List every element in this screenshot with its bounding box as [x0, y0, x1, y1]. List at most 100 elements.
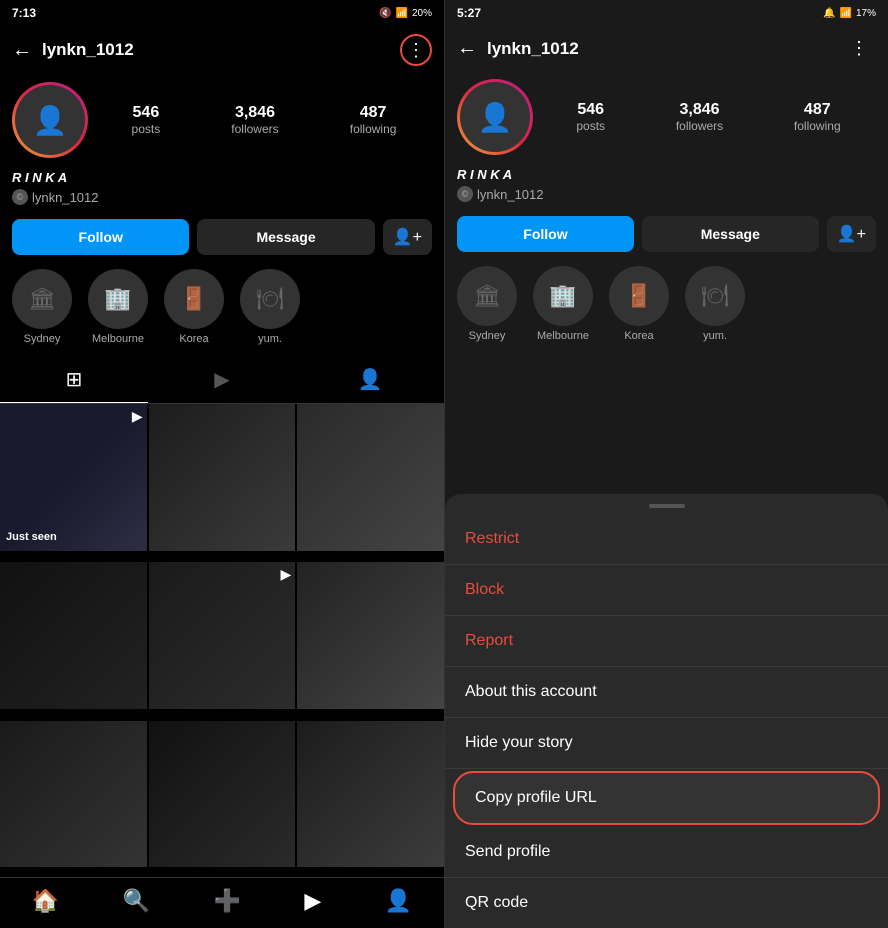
right-stat-posts[interactable]: 546 posts: [576, 101, 605, 133]
block-label: Block: [465, 581, 504, 598]
highlight-yum-right[interactable]: 🍽 yum.: [685, 266, 745, 342]
post-5[interactable]: ▶: [149, 562, 296, 709]
post-1[interactable]: ▶ Just seen: [0, 404, 147, 551]
post-8[interactable]: [149, 721, 296, 868]
highlight-korea-left[interactable]: 🚪 Korea: [164, 269, 224, 345]
sheet-item-send-profile[interactable]: Send profile: [445, 827, 888, 878]
back-button-right[interactable]: ←: [457, 37, 477, 60]
bottom-sheet: Restrict Block Report About this account…: [445, 494, 888, 928]
left-message-button[interactable]: Message: [197, 219, 374, 255]
left-profile-stats: 👤 546 posts 3,846 followers 487 followin…: [0, 74, 444, 166]
right-time: 5:27: [457, 6, 481, 20]
left-stat-posts[interactable]: 546 posts: [132, 104, 161, 136]
right-profile-handle: © lynkn_1012: [457, 186, 876, 202]
left-followers-num: 3,846: [235, 104, 275, 122]
nav-profile-left[interactable]: 👤: [385, 888, 412, 914]
highlight-label-korea-right: Korea: [624, 330, 653, 342]
highlight-circle-korea-right: 🚪: [609, 266, 669, 326]
left-highlights: 🏛 Sydney 🏢 Melbourne 🚪 Korea 🍽 yum.: [0, 261, 444, 353]
left-tab-grid[interactable]: ⊞: [0, 357, 148, 403]
left-tab-reels[interactable]: ▶: [148, 357, 296, 403]
report-label: Report: [465, 632, 513, 649]
post-3[interactable]: [297, 404, 444, 551]
right-avatar: 👤: [460, 82, 530, 152]
copy-url-label: Copy profile URL: [475, 789, 597, 806]
highlight-melbourne-right[interactable]: 🏢 Melbourne: [533, 266, 593, 342]
post-1-label: Just seen: [6, 531, 57, 543]
right-status-icons: 🔔 📶 17%: [823, 8, 876, 19]
highlight-sydney-left[interactable]: 🏛 Sydney: [12, 269, 72, 345]
nav-home-left[interactable]: 🏠: [32, 888, 59, 914]
sheet-item-restrict[interactable]: Restrict: [445, 514, 888, 565]
post-9[interactable]: [297, 721, 444, 868]
highlight-label-melbourne-left: Melbourne: [92, 333, 144, 345]
left-bottom-nav: 🏠 🔍 ➕ ▶ 👤: [0, 877, 444, 928]
left-handle-text: lynkn_1012: [32, 190, 99, 205]
post-1-icon: ▶: [132, 408, 143, 425]
sheet-item-about[interactable]: About this account: [445, 667, 888, 718]
left-time: 7:13: [12, 6, 36, 20]
threads-icon-left: ©: [12, 189, 28, 205]
left-stat-following[interactable]: 487 following: [350, 104, 397, 136]
nav-create-left[interactable]: ➕: [214, 888, 241, 914]
sheet-item-report[interactable]: Report: [445, 616, 888, 667]
grid-icon-left: ⊞: [66, 367, 83, 392]
post-7[interactable]: [0, 721, 147, 868]
left-profile-info: R I N K A © lynkn_1012: [0, 166, 444, 213]
highlight-circle-yum-right: 🍽: [685, 266, 745, 326]
right-followers-num: 3,846: [679, 101, 719, 119]
left-tab-tagged[interactable]: 👤: [296, 357, 444, 403]
right-message-button[interactable]: Message: [642, 216, 819, 252]
highlight-melbourne-left[interactable]: 🏢 Melbourne: [88, 269, 148, 345]
right-stat-followers[interactable]: 3,846 followers: [676, 101, 723, 133]
highlight-label-yum-left: yum.: [258, 333, 282, 345]
left-stat-followers[interactable]: 3,846 followers: [231, 104, 278, 136]
sheet-item-copy-url[interactable]: Copy profile URL ⟵: [453, 771, 880, 825]
highlight-korea-right[interactable]: 🚪 Korea: [609, 266, 669, 342]
post-6[interactable]: [297, 562, 444, 709]
send-profile-label: Send profile: [465, 843, 550, 860]
right-following-label: following: [794, 119, 841, 133]
highlight-label-yum-right: yum.: [703, 330, 727, 342]
back-button-left[interactable]: ←: [12, 39, 32, 62]
highlight-circle-melbourne-right: 🏢: [533, 266, 593, 326]
nav-reels-left[interactable]: ▶: [304, 888, 321, 914]
tagged-icon-left: 👤: [358, 367, 383, 393]
left-tabs: ⊞ ▶ 👤: [0, 357, 444, 404]
sheet-item-qr[interactable]: QR code: [445, 878, 888, 928]
left-phone-screen: 7:13 🔇 📶 20% ← lynkn_1012 ⋮ 👤 546 posts …: [0, 0, 444, 928]
more-icon-left: ⋮: [407, 40, 425, 61]
highlight-circle-melbourne-left: 🏢: [88, 269, 148, 329]
sheet-item-block[interactable]: Block: [445, 565, 888, 616]
right-phone-screen: 5:27 🔔 📶 17% ← lynkn_1012 ⋮ 👤 546 posts …: [444, 0, 888, 928]
right-stat-following[interactable]: 487 following: [794, 101, 841, 133]
left-avatar-wrap: 👤: [12, 82, 88, 158]
post-2[interactable]: [149, 404, 296, 551]
right-add-button[interactable]: 👤+: [827, 216, 876, 252]
highlight-sydney-right[interactable]: 🏛 Sydney: [457, 266, 517, 342]
right-avatar-wrap: 👤: [457, 79, 533, 155]
left-add-button[interactable]: 👤+: [383, 219, 432, 255]
highlight-label-korea-left: Korea: [179, 333, 208, 345]
left-menu-button[interactable]: ⋮: [400, 34, 432, 66]
highlight-circle-korea-left: 🚪: [164, 269, 224, 329]
right-following-num: 487: [804, 101, 831, 119]
highlight-circle-sydney-left: 🏛: [12, 269, 72, 329]
left-profile-handle: © lynkn_1012: [12, 189, 432, 205]
post-4[interactable]: [0, 562, 147, 709]
left-profile-name: R I N K A: [12, 170, 432, 185]
nav-search-left[interactable]: 🔍: [123, 888, 150, 914]
right-follow-button[interactable]: Follow: [457, 216, 634, 252]
right-profile-stats: 👤 546 posts 3,846 followers 487 followin…: [445, 71, 888, 163]
left-header: ← lynkn_1012 ⋮: [0, 26, 444, 74]
reels-icon-left: ▶: [214, 367, 229, 393]
left-followers-label: followers: [231, 122, 278, 136]
left-follow-button[interactable]: Follow: [12, 219, 189, 255]
right-action-buttons: Follow Message 👤+: [445, 210, 888, 258]
right-profile-info: R I N K A © lynkn_1012: [445, 163, 888, 210]
right-menu-button[interactable]: ⋮: [842, 34, 876, 63]
highlight-yum-left[interactable]: 🍽 yum.: [240, 269, 300, 345]
right-stats-row: 546 posts 3,846 followers 487 following: [541, 101, 876, 133]
right-highlights: 🏛 Sydney 🏢 Melbourne 🚪 Korea 🍽 yum.: [445, 258, 888, 350]
sheet-item-hide-story[interactable]: Hide your story: [445, 718, 888, 769]
